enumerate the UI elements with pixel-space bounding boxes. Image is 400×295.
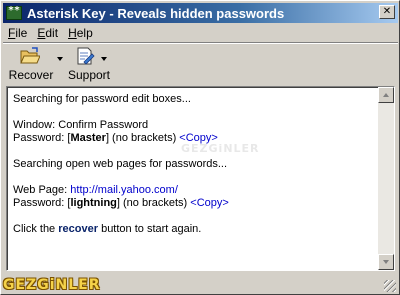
watermark-faint: GEZGiNLER [181,142,260,155]
scroll-up-arrow-icon [383,93,389,97]
scroll-down-button[interactable] [378,254,394,270]
recover-inline-link[interactable]: recover [58,223,98,235]
folder-open-icon [20,47,40,64]
title-bar[interactable]: Asterisk Key - Reveals hidden passwords … [3,3,398,23]
menu-file[interactable]: File [3,26,32,40]
support-label: Support [67,68,111,82]
close-button[interactable]: ✕ [379,5,395,19]
password-value-1: Master [70,132,106,144]
window-line: Window: Confirm Password [13,119,149,131]
recover-button[interactable]: Recover [5,45,57,83]
instruction-line: Click the recover button to start again. [13,223,202,235]
toolbar: Recover Support [3,44,398,84]
status-line-web: Searching open web pages for passwords..… [13,158,228,170]
output-text-area[interactable]: Searching for password edit boxes... Win… [7,87,379,270]
scroll-down-arrow-icon [383,260,389,264]
support-button[interactable]: Support [67,45,111,83]
status-line-search: Searching for password edit boxes... [13,93,191,105]
support-dropdown-arrow-icon[interactable] [101,57,107,61]
output-panel: Searching for password edit boxes... Win… [6,86,395,271]
webpage-link[interactable]: http://mail.yahoo.com/ [70,184,178,196]
scroll-up-button[interactable] [378,87,394,103]
password-value-2: lightning [70,197,117,209]
menu-help[interactable]: Help [63,26,98,40]
app-key-icon [6,5,22,20]
menu-bar: File Edit Help [3,24,398,42]
watermark-logo: GEZGiNLER [3,277,101,293]
document-edit-icon [77,47,95,65]
menu-edit[interactable]: Edit [32,26,63,40]
password-line-2: Password: [lightning] (no brackets) <Cop… [13,197,229,209]
window-title: Asterisk Key - Reveals hidden passwords [27,5,285,21]
recover-dropdown-arrow-icon[interactable] [57,57,63,61]
webpage-line: Web Page: http://mail.yahoo.com/ [13,184,178,196]
main-window: Asterisk Key - Reveals hidden passwords … [0,0,400,295]
vertical-scrollbar[interactable] [378,87,394,270]
resize-grip-icon[interactable] [384,280,396,292]
copy-link-2[interactable]: <Copy> [190,197,229,209]
recover-label: Recover [8,68,54,82]
